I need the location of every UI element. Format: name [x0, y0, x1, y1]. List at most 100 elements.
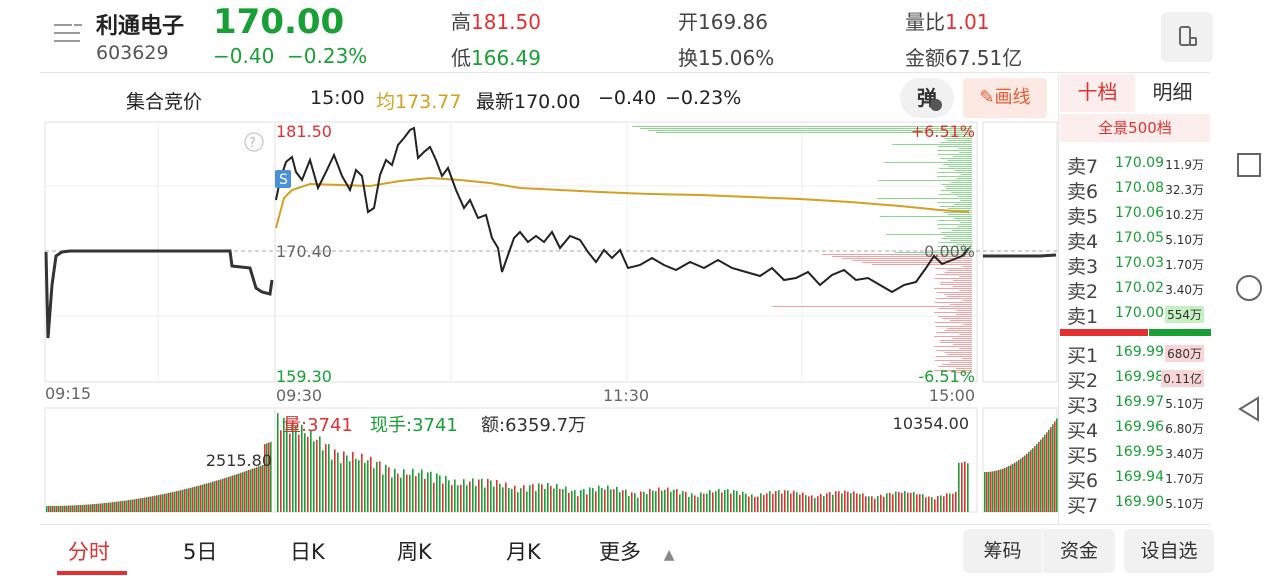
bid-label: 买1 — [1067, 345, 1099, 367]
svg-text:?: ? — [249, 136, 256, 151]
bid-ask-ratio-red — [1060, 329, 1148, 336]
bid-label: 买6 — [1067, 470, 1099, 492]
ask-price: 170.02 — [1115, 280, 1164, 296]
price-low-label: 159.30 — [276, 367, 332, 386]
time-pre: 09:15 — [45, 384, 91, 403]
ask-row[interactable]: 卖1 170.00 554万 — [1060, 301, 1210, 328]
ask-volume: 32.3万 — [1165, 183, 1204, 197]
bid-label: 买2 — [1067, 370, 1099, 392]
ask-volume: 5.10万 — [1165, 233, 1204, 247]
bid-price: 169.95 — [1115, 444, 1164, 460]
bottom-divider — [40, 524, 1210, 525]
triangle-up-icon: ▲ — [663, 547, 675, 563]
time-open: 09:30 — [276, 386, 322, 405]
funds-button[interactable]: 资金 — [1043, 529, 1115, 573]
ask-label: 卖6 — [1067, 181, 1099, 203]
intraday-chart[interactable]: S ? 181.50 170.40 159.30 +6.51% 0.00% -6… — [0, 0, 1060, 524]
bid-volume: 3.40万 — [1165, 447, 1204, 461]
post-panel — [982, 121, 1058, 383]
tab-monthly-k[interactable]: 月K — [506, 536, 541, 566]
ask-price: 170.09 — [1115, 155, 1164, 171]
bid-label: 买5 — [1067, 445, 1099, 467]
tab-more[interactable]: 更多 ▲ — [599, 536, 674, 566]
bid-price: 169.98 — [1115, 369, 1164, 385]
bid-row[interactable]: 买7 169.90 5.10万 — [1060, 490, 1210, 517]
home-icon[interactable] — [1236, 275, 1262, 301]
bid-volume: 6.80万 — [1165, 422, 1204, 436]
tab-detail[interactable]: 明细 — [1135, 74, 1210, 112]
time-close: 15:00 — [929, 386, 975, 405]
bid-price: 169.90 — [1115, 494, 1164, 510]
amount-text: 额:6359.7万 — [481, 415, 586, 436]
ask-row[interactable]: 卖6 170.08 32.3万 — [1060, 176, 1210, 203]
ask-row[interactable]: 卖7 170.09 11.9万 — [1060, 151, 1210, 178]
tab-intraday[interactable]: 分时 — [68, 536, 110, 566]
ask-label: 卖3 — [1067, 256, 1099, 278]
price-line — [275, 126, 970, 294]
phone-rotate-icon — [1179, 26, 1197, 46]
bid-label: 买7 — [1067, 495, 1099, 517]
pct-mid-label: 0.00% — [924, 242, 975, 261]
bid-price: 169.99 — [1115, 344, 1164, 360]
bid-row[interactable]: 买4 169.96 6.80万 — [1060, 415, 1210, 442]
tab-5day[interactable]: 5日 — [183, 536, 217, 566]
price-panel — [274, 121, 978, 383]
ask-volume: 3.40万 — [1165, 283, 1204, 297]
bid-price: 169.97 — [1115, 394, 1164, 410]
add-watchlist-button[interactable]: 设自选 — [1124, 529, 1214, 573]
vol-text: 量:3741 — [283, 415, 353, 436]
s-marker-text: S — [279, 172, 288, 188]
max-vol-label: 10354.00 — [893, 414, 969, 433]
ask-price: 170.06 — [1115, 205, 1164, 221]
tab-daily-k[interactable]: 日K — [290, 536, 325, 566]
full-500-button[interactable]: 全景500档 — [1060, 114, 1210, 142]
bid-volume: 5.10万 — [1165, 497, 1204, 511]
chips-button[interactable]: 筹码 — [963, 529, 1042, 573]
ask-label: 卖2 — [1067, 281, 1099, 303]
hand-text: 现手:3741 — [370, 415, 458, 436]
ask-row[interactable]: 卖2 170.02 3.40万 — [1060, 276, 1210, 303]
bid-ask-ratio-green — [1149, 329, 1211, 336]
landscape-toggle-button[interactable] — [1161, 12, 1213, 62]
bid-label: 买3 — [1067, 395, 1099, 417]
bid-price: 169.94 — [1115, 469, 1164, 485]
ask-price: 170.00 — [1115, 305, 1164, 321]
bid-price: 169.96 — [1115, 419, 1164, 435]
bid-volume: 5.10万 — [1165, 397, 1204, 411]
ask-volume: 10.2万 — [1165, 208, 1204, 222]
bid-volume: 1.70万 — [1165, 472, 1204, 486]
bid-row[interactable]: 买5 169.95 3.40万 — [1060, 440, 1210, 467]
bid-row[interactable]: 买3 169.97 5.10万 — [1060, 390, 1210, 417]
ask-row[interactable]: 卖5 170.06 10.2万 — [1060, 201, 1210, 228]
ask-label: 卖1 — [1067, 306, 1099, 328]
stock-app: 利通电子 603629 170.00 −0.40 −0.23% 高181.50 … — [0, 0, 1280, 576]
ask-volume: 11.9万 — [1165, 158, 1204, 172]
ask-price: 170.05 — [1115, 230, 1164, 246]
android-nav — [1236, 153, 1262, 422]
ask-label: 卖7 — [1067, 156, 1099, 178]
bid-volume: 0.11亿 — [1161, 370, 1204, 387]
pct-high-label: +6.51% — [911, 122, 975, 141]
tab-weekly-k[interactable]: 周K — [397, 536, 432, 566]
ask-price: 170.03 — [1115, 255, 1164, 271]
price-mid-label: 170.40 — [276, 242, 332, 261]
pre-market-line — [44, 249, 274, 339]
price-high-label: 181.50 — [276, 122, 332, 141]
bid-volume: 680万 — [1165, 345, 1204, 362]
bid-row[interactable]: 买2 169.98 0.11亿 — [1060, 365, 1210, 392]
bid-row[interactable]: 买1 169.99 680万 — [1060, 340, 1210, 367]
ask-label: 卖4 — [1067, 231, 1099, 253]
ask-row[interactable]: 卖3 170.03 1.70万 — [1060, 251, 1210, 278]
ask-row[interactable]: 卖4 170.05 5.10万 — [1060, 226, 1210, 253]
active-tab-underline — [57, 571, 127, 575]
recent-apps-icon[interactable] — [1237, 153, 1261, 177]
back-icon[interactable] — [1238, 396, 1259, 422]
pct-low-label: -6.51% — [918, 367, 975, 386]
time-mid: 11:30 — [603, 386, 649, 405]
ask-label: 卖5 — [1067, 206, 1099, 228]
ask-volume: 1.70万 — [1165, 258, 1204, 272]
bid-row[interactable]: 买6 169.94 1.70万 — [1060, 465, 1210, 492]
tab-ten-levels[interactable]: 十档 — [1060, 74, 1135, 112]
post-market-line — [983, 253, 1057, 258]
rp-divider — [1058, 74, 1059, 524]
